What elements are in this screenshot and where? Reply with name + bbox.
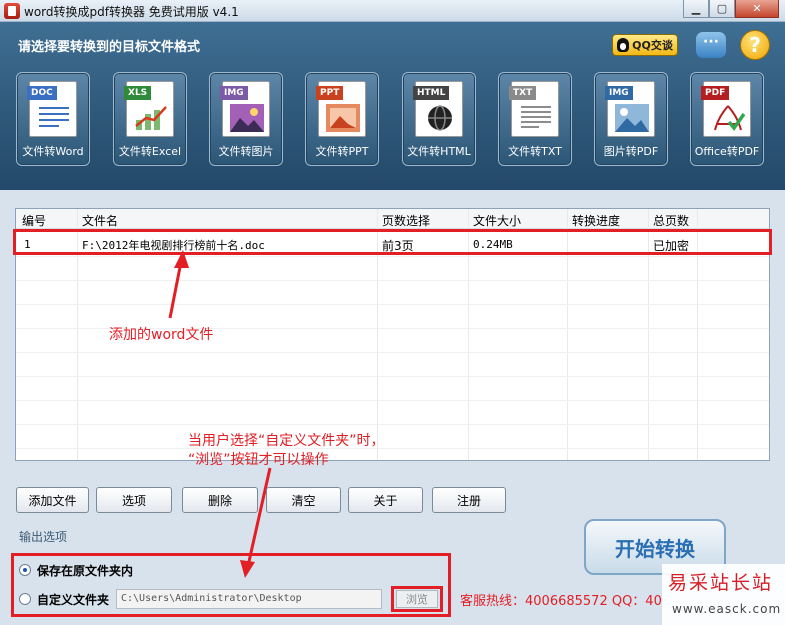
- save-original-label[interactable]: 保存在原文件夹内: [37, 562, 133, 579]
- options-button[interactable]: 选项: [96, 487, 172, 513]
- add-file-button[interactable]: 添加文件: [16, 487, 89, 513]
- site-watermark: 易采站长站 www.easck.com: [662, 564, 785, 625]
- browse-button[interactable]: 浏览: [396, 590, 438, 608]
- about-button[interactable]: 关于: [348, 487, 423, 513]
- annotation-custom-folder-2: “浏览”按钮才可以操作: [188, 452, 329, 468]
- annotation-added-file: 添加的word文件: [109, 327, 214, 343]
- radio-custom-folder[interactable]: [19, 593, 31, 605]
- hotline-text: 客服热线：4006685572 QQ：40: [460, 594, 662, 609]
- output-path-input[interactable]: C:\Users\Administrator\Desktop: [116, 589, 382, 609]
- annotation-custom-folder-1: 当用户选择“自定义文件夹”时，: [188, 433, 385, 449]
- watermark-title: 易采站长站: [668, 572, 774, 594]
- register-button[interactable]: 注册: [432, 487, 506, 513]
- clear-button[interactable]: 清空: [266, 487, 341, 513]
- delete-button[interactable]: 删除: [182, 487, 258, 513]
- output-options-label: 输出选项: [19, 530, 68, 544]
- watermark-url: www.easck.com: [672, 602, 782, 616]
- custom-folder-label[interactable]: 自定义文件夹: [37, 591, 109, 608]
- radio-save-original[interactable]: [19, 564, 31, 576]
